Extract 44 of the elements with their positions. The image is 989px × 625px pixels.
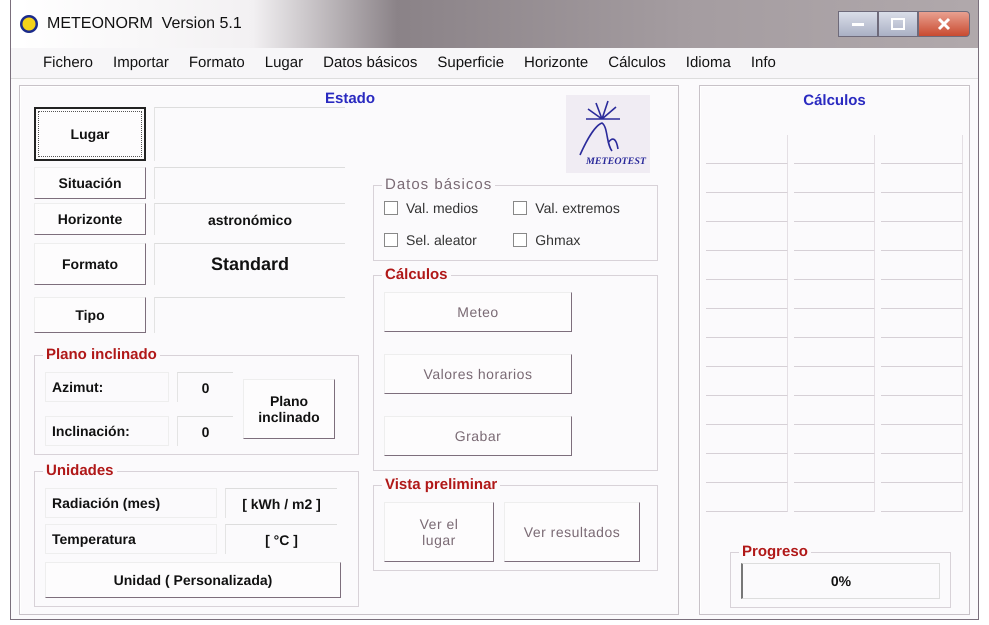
menu-item[interactable]: Lugar: [254, 54, 314, 72]
menu-item[interactable]: Cálculos: [598, 54, 676, 72]
units-button[interactable]: Unidad ( Personalizada): [45, 562, 341, 598]
status-value: astronómico: [154, 203, 345, 235]
checkbox[interactable]: Val. medios: [384, 200, 506, 216]
group-title: Progreso: [739, 543, 811, 560]
field-label: Inclinación:: [45, 416, 169, 446]
field-value: 0: [177, 416, 233, 446]
status-button[interactable]: Tipo: [34, 297, 146, 333]
close-icon: [937, 16, 951, 31]
field-value: 0: [177, 372, 233, 402]
checkbox[interactable]: Ghmax: [513, 232, 647, 248]
menu-item[interactable]: Formato: [178, 54, 255, 72]
menu-item[interactable]: Fichero: [33, 54, 104, 72]
sun-icon: [19, 14, 39, 34]
panel-title: Cálculos: [802, 92, 867, 109]
maximize-button[interactable]: [878, 10, 918, 37]
unit-value: [ °C ]: [225, 524, 337, 554]
status-button[interactable]: Horizonte: [34, 203, 146, 235]
tilted-plane-button[interactable]: Plano inclinado: [243, 379, 335, 439]
close-button[interactable]: [918, 10, 970, 37]
minimize-button[interactable]: [838, 10, 878, 37]
unit-label: Radiación (mes): [45, 488, 217, 518]
window-title: METEONORM Version 5.1: [47, 14, 242, 33]
unit-label: Temperatura: [45, 524, 217, 554]
checkbox[interactable]: Sel. aleator: [384, 232, 506, 248]
menu-item[interactable]: Info: [740, 54, 786, 72]
menu-item[interactable]: Datos básicos: [313, 54, 428, 72]
status-button[interactable]: Situación: [34, 167, 146, 199]
menu-item[interactable]: Superficie: [427, 54, 514, 72]
maximize-icon: [891, 18, 905, 30]
unit-value: [ kWh / m2 ]: [225, 488, 337, 518]
progress-reading: 0%: [830, 573, 852, 589]
status-button[interactable]: Lugar: [34, 107, 146, 161]
status-value: Standard: [154, 243, 345, 285]
field-label: Azimut:: [45, 372, 169, 402]
group-title: Vista preliminar: [382, 476, 500, 493]
menu-item[interactable]: Importar: [103, 54, 179, 72]
panel-title: Estado: [324, 90, 376, 107]
status-button[interactable]: Formato: [34, 243, 146, 285]
logo-text: METEOTEST: [586, 156, 646, 167]
checkbox[interactable]: Val. extremos: [513, 200, 647, 216]
menu-item[interactable]: Horizonte: [514, 54, 598, 72]
menu-item[interactable]: Idioma: [676, 54, 741, 72]
